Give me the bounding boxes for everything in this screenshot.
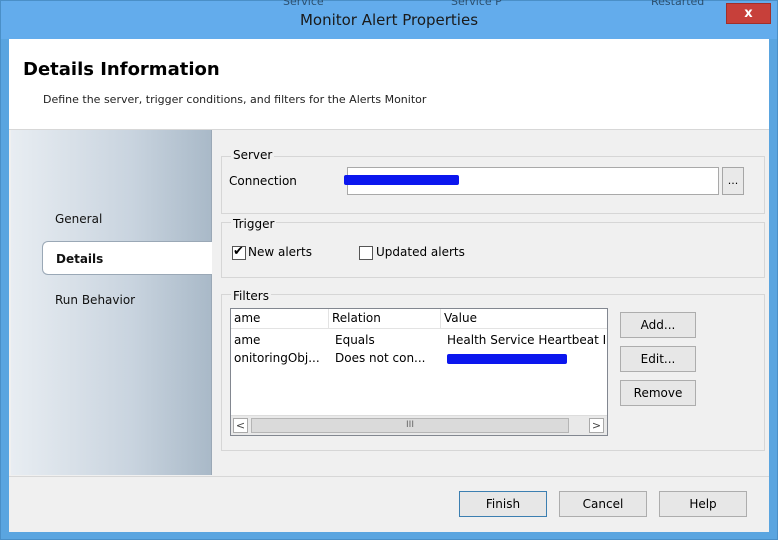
help-button[interactable]: Help [659, 491, 747, 517]
dialog-content: Details Information Define the server, t… [9, 39, 769, 532]
close-button[interactable]: x [726, 3, 771, 24]
filters-group: Filters ame Relation Value ame Equals He… [221, 289, 765, 451]
updated-alerts-checkbox[interactable] [359, 246, 373, 260]
finish-button[interactable]: Finish [459, 491, 547, 517]
new-alerts-label[interactable]: New alerts [248, 245, 312, 259]
scroll-right-icon[interactable]: > [589, 418, 604, 433]
page-subtitle: Define the server, trigger conditions, a… [43, 93, 427, 106]
scroll-thumb[interactable]: III [251, 418, 569, 433]
redacted-text [447, 354, 567, 364]
nav-item-run-behavior[interactable]: Run Behavior [11, 283, 211, 317]
updated-alerts-label[interactable]: Updated alerts [376, 245, 465, 259]
add-filter-button[interactable]: Add... [620, 312, 696, 338]
server-group-label: Server [231, 148, 275, 162]
background-text: Service P [451, 0, 502, 8]
redacted-text [344, 175, 459, 185]
nav-item-details[interactable]: Details [42, 241, 212, 275]
server-group: Server Connection ... [221, 148, 765, 214]
remove-filter-button[interactable]: Remove [620, 380, 696, 406]
connection-label: Connection [229, 174, 297, 188]
footer-bar: Finish Cancel Help [9, 476, 769, 532]
cell-name: ame [234, 333, 261, 347]
trigger-group-label: Trigger [231, 217, 277, 231]
filters-list[interactable]: ame Relation Value ame Equals Health Ser… [230, 308, 608, 436]
check-icon: ✔ [233, 244, 244, 259]
cell-name: onitoringObj... [234, 351, 320, 365]
title-bar[interactable]: Service Service P Restarted Monitor Aler… [1, 0, 777, 39]
column-header-value[interactable]: Value [441, 309, 607, 328]
window-title: Monitor Alert Properties [299, 11, 479, 29]
background-text: Service [283, 0, 324, 8]
header-panel: Details Information Define the server, t… [9, 39, 769, 130]
nav-item-general[interactable]: General [11, 202, 211, 236]
browse-button[interactable]: ... [722, 167, 744, 195]
column-header-relation[interactable]: Relation [329, 309, 441, 328]
navigation-panel: General Details Run Behavior [11, 130, 212, 475]
filters-group-label: Filters [231, 289, 271, 303]
cancel-button[interactable]: Cancel [559, 491, 647, 517]
new-alerts-checkbox[interactable]: ✔ [232, 244, 246, 260]
page-title: Details Information [23, 59, 220, 80]
dialog-window: Service Service P Restarted Monitor Aler… [0, 0, 778, 540]
column-header-name[interactable]: ame [231, 309, 329, 328]
cell-relation: Equals [335, 333, 375, 347]
trigger-group: Trigger ✔ New alerts Updated alerts [221, 217, 765, 278]
cell-value: Health Service Heartbeat I [447, 333, 607, 347]
horizontal-scrollbar[interactable]: < III > [231, 415, 607, 435]
cell-relation: Does not con... [335, 351, 426, 365]
connection-input[interactable] [344, 167, 719, 195]
filters-list-header: ame Relation Value [231, 309, 607, 329]
scroll-left-icon[interactable]: < [233, 418, 248, 433]
background-text: Restarted [651, 0, 705, 8]
edit-filter-button[interactable]: Edit... [620, 346, 696, 372]
